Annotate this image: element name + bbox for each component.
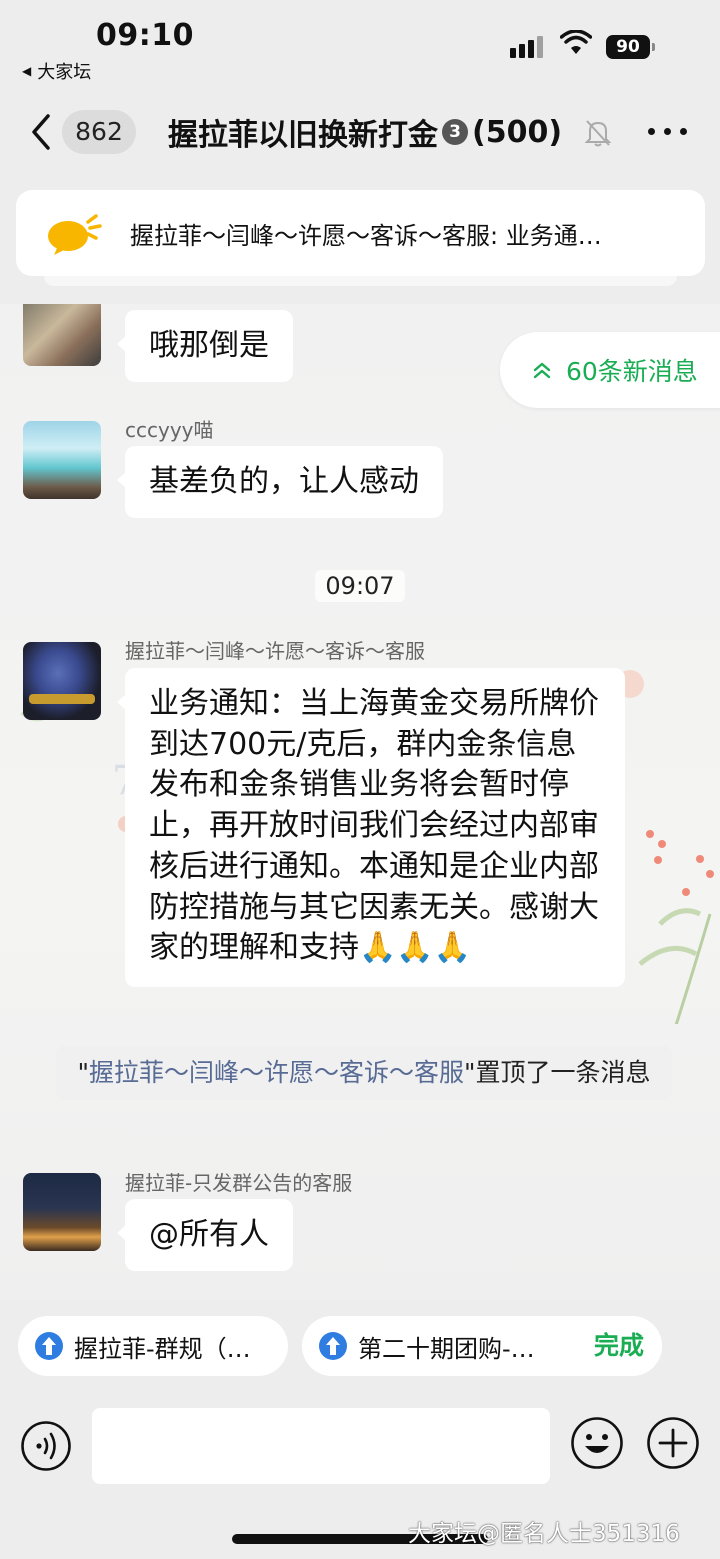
chat-message-list[interactable]: 7 哦那倒是 60条新消息 cccyyy喵 基差负的，让人感动 09:07 握拉… bbox=[0, 304, 720, 1300]
battery-indicator: 90 bbox=[606, 35, 655, 59]
chat-header: 862 握拉菲以旧换新打金 3 (500) bbox=[0, 90, 720, 176]
chat-title-text: 握拉菲以旧换新打金 bbox=[168, 118, 438, 153]
bell-muted-icon bbox=[584, 120, 612, 147]
avatar[interactable] bbox=[23, 1173, 101, 1251]
quick-link-chip[interactable]: 握拉菲-群规（… bbox=[18, 1316, 288, 1376]
plus-icon[interactable] bbox=[646, 1416, 700, 1470]
status-bar: 09:10 ◀ 大家坛 90 bbox=[0, 0, 720, 90]
new-messages-button[interactable]: 60条新消息 bbox=[500, 332, 720, 408]
quick-link-label: 第二十期团购-… bbox=[358, 1334, 535, 1363]
message-bubble[interactable]: 基差负的，让人感动 bbox=[117, 446, 443, 518]
message-bubble[interactable]: 哦那倒是 bbox=[117, 310, 293, 382]
new-messages-label: 60条新消息 bbox=[566, 357, 698, 386]
quick-links-bar: 握拉菲-群规（… 第二十期团购-… 完成 bbox=[0, 1300, 720, 1390]
wifi-icon bbox=[560, 30, 592, 54]
pinned-notice-area: 握拉菲～闫峰～许愿～客诉～客服: 业务通… bbox=[0, 176, 720, 304]
back-to-app-link[interactable]: ◀ 大家坛 bbox=[22, 58, 91, 84]
message-bubble[interactable]: @所有人 bbox=[117, 1199, 293, 1271]
avatar[interactable] bbox=[23, 421, 101, 499]
quote-close: " bbox=[464, 1058, 476, 1087]
chevron-left-icon[interactable] bbox=[28, 112, 56, 152]
avatar-gold-band bbox=[29, 694, 95, 704]
quick-link-label: 握拉菲-群规（… bbox=[74, 1334, 251, 1363]
sender-name: 握拉菲-只发群公告的客服 bbox=[125, 1171, 353, 1195]
member-count: (500) bbox=[472, 114, 563, 150]
pinned-notice-text: 握拉菲～闫峰～许愿～客诉～客服: 业务通… bbox=[130, 221, 602, 250]
time-separator-label: 09:07 bbox=[315, 570, 405, 602]
quote-open: " bbox=[77, 1058, 89, 1087]
link-icon bbox=[35, 1332, 63, 1360]
message-bubble[interactable]: 业务通知：当上海黄金交易所牌价到达700元/克后，群内金条信息发布和金条销售业务… bbox=[117, 668, 625, 987]
input-bar: 大家坛@匿名人士351316 bbox=[0, 1390, 720, 1559]
avatar[interactable] bbox=[23, 642, 101, 720]
time-separator: 09:07 bbox=[0, 570, 720, 602]
avatar[interactable] bbox=[23, 304, 101, 366]
pinned-notice[interactable]: 握拉菲～闫峰～许愿～客诉～客服: 业务通… bbox=[16, 190, 705, 286]
back-app-label: 大家坛 bbox=[37, 62, 92, 83]
link-icon bbox=[319, 1332, 347, 1360]
cellular-signal-icon bbox=[510, 36, 543, 58]
system-message-user-link[interactable]: 握拉菲～闫峰～许愿～客诉～客服 bbox=[89, 1058, 464, 1087]
system-message: "握拉菲～闫峰～许愿～客诉～客服"置顶了一条消息 bbox=[56, 1046, 672, 1100]
sender-name: cccyyy喵 bbox=[125, 418, 214, 442]
back-triangle-icon: ◀ bbox=[22, 64, 32, 78]
sender-name: 握拉菲～闫峰～许愿～客诉～客服 bbox=[125, 639, 425, 663]
done-button[interactable]: 完成 bbox=[577, 1316, 662, 1376]
quick-link-chip[interactable]: 第二十期团购-… 完成 bbox=[302, 1316, 662, 1376]
title-number-badge: 3 bbox=[442, 119, 468, 145]
double-chevron-up-icon bbox=[533, 362, 551, 379]
unread-count-badge[interactable]: 862 bbox=[62, 110, 136, 154]
message-input[interactable] bbox=[92, 1408, 550, 1484]
system-message-action: 置顶了一条消息 bbox=[475, 1058, 651, 1087]
more-icon[interactable] bbox=[648, 128, 687, 135]
emoji-icon[interactable] bbox=[570, 1416, 624, 1470]
pinned-stack-shadow bbox=[44, 276, 677, 286]
voice-input-icon[interactable] bbox=[20, 1420, 72, 1472]
watermark-text: 大家坛@匿名人士351316 bbox=[408, 1521, 680, 1547]
announcement-icon bbox=[48, 214, 102, 255]
status-time: 09:10 bbox=[96, 18, 194, 53]
chat-title: 握拉菲以旧换新打金 3 (500) bbox=[168, 110, 562, 154]
